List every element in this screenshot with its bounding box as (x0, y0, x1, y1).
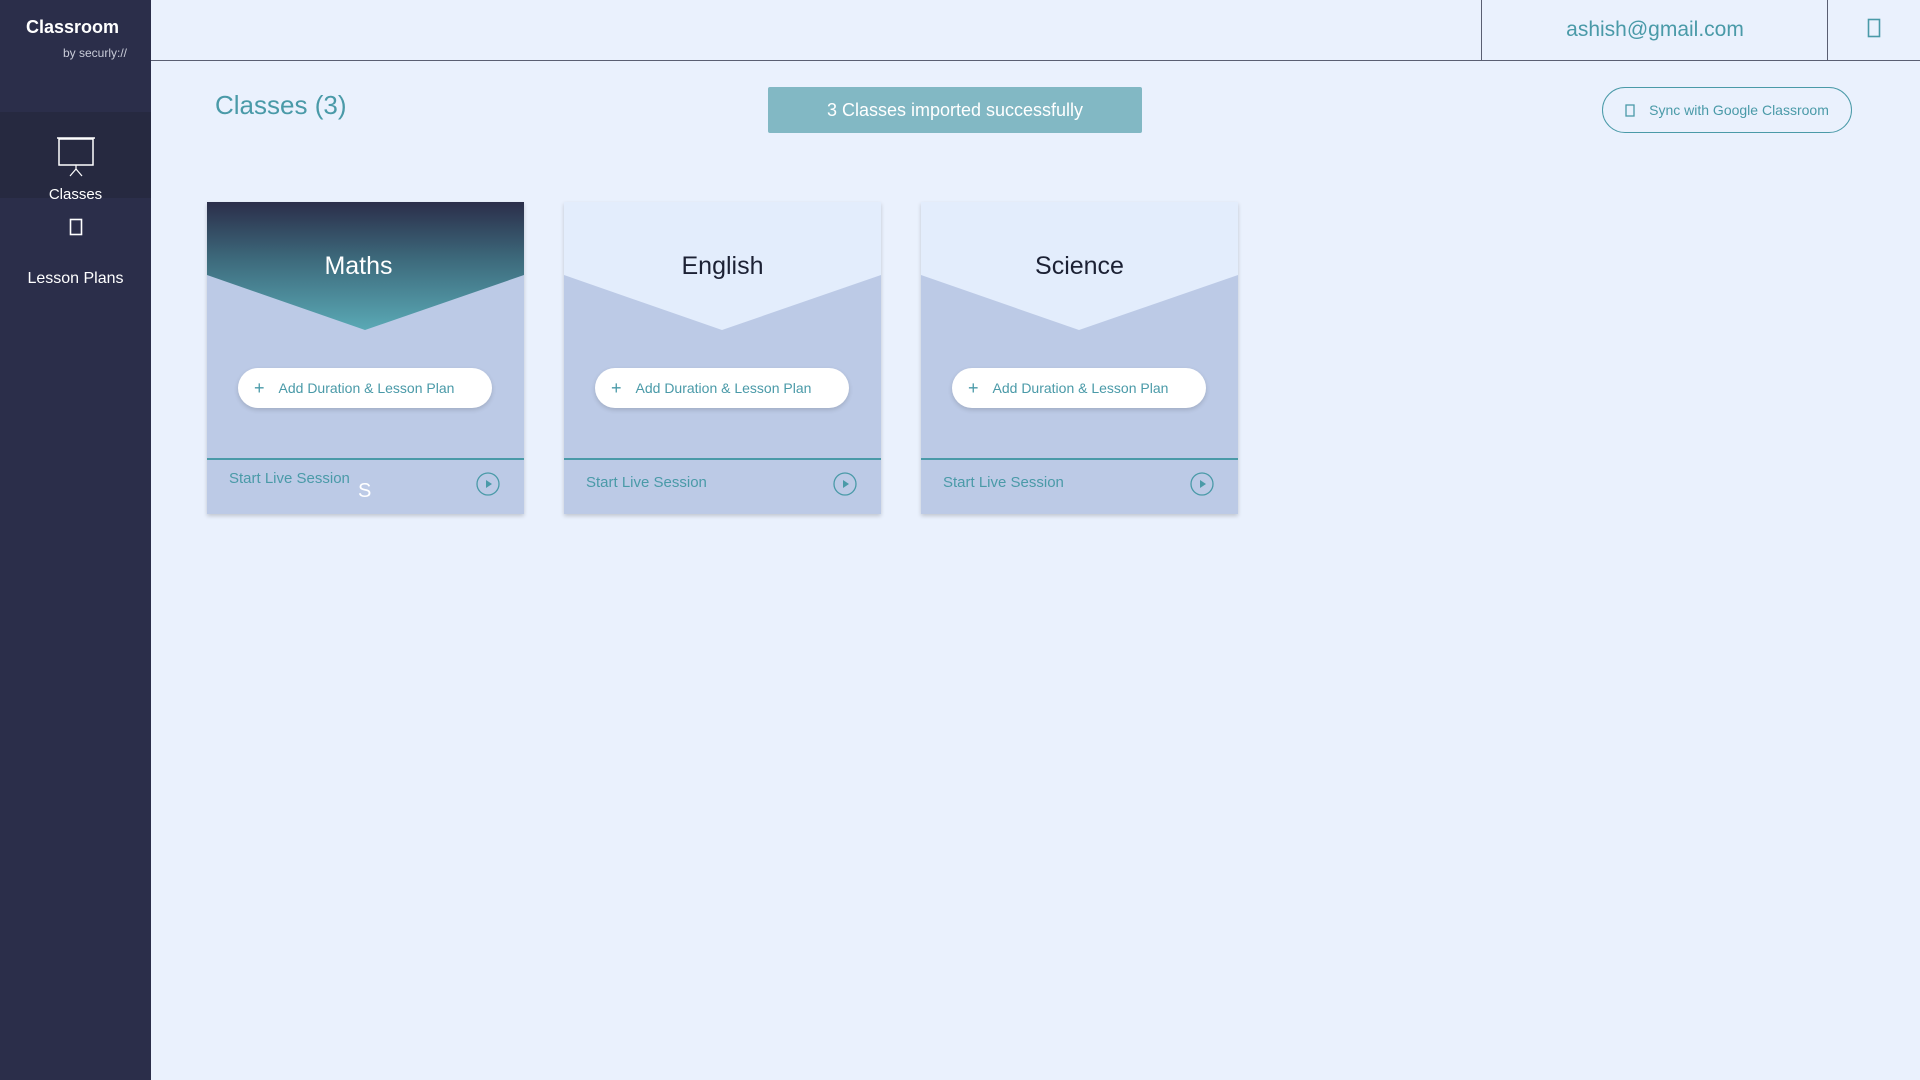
add-duration-lesson-plan-button[interactable]: + Add Duration & Lesson Plan (238, 368, 492, 408)
card-footer: Start Live Session (564, 458, 881, 514)
card-footer: Start Live Session S (207, 458, 524, 514)
sidebar-item-lesson-plans[interactable]: Lesson Plans (0, 200, 151, 287)
start-live-session-link[interactable]: Start Live Session (229, 470, 350, 487)
add-duration-lesson-plan-button[interactable]: + Add Duration & Lesson Plan (952, 368, 1206, 408)
plus-icon: + (254, 378, 265, 398)
play-icon[interactable] (476, 472, 500, 496)
add-duration-lesson-plan-button[interactable]: + Add Duration & Lesson Plan (595, 368, 849, 408)
user-email[interactable]: ashish@gmail.com (1481, 0, 1828, 60)
import-success-toast: 3 Classes imported successfully (768, 87, 1142, 133)
overlay-text: S (358, 480, 372, 502)
sync-label: Sync with Google Classroom (1649, 102, 1829, 118)
class-card-science[interactable]: Science + Add Duration & Lesson Plan Sta… (921, 202, 1238, 514)
sidebar: Classroom by securly:// Classes Lesson P… (0, 0, 151, 1080)
class-card-english[interactable]: English + Add Duration & Lesson Plan Sta… (564, 202, 881, 514)
sidebar-item-label: Lesson Plans (27, 270, 124, 287)
brand-title: Classroom (26, 17, 120, 37)
class-name: Science (1035, 252, 1124, 280)
add-button-label: Add Duration & Lesson Plan (278, 380, 455, 396)
presentation-board-icon (55, 136, 97, 183)
menu-icon (1867, 18, 1881, 43)
plus-icon: + (968, 378, 979, 398)
card-footer: Start Live Session (921, 458, 1238, 514)
plus-icon: + (611, 378, 622, 398)
app-root: Classroom by securly:// Classes Lesson P… (0, 0, 1920, 1080)
start-live-session-link[interactable]: Start Live Session (586, 474, 707, 491)
brand-logo[interactable]: Classroom by securly:// (0, 0, 151, 112)
sync-google-classroom-button[interactable]: Sync with Google Classroom (1602, 87, 1852, 133)
user-email-text: ashish@gmail.com (1566, 18, 1744, 41)
sync-icon (1625, 103, 1635, 117)
start-live-session-link[interactable]: Start Live Session (943, 474, 1064, 491)
class-name: Maths (324, 252, 393, 280)
brand-subtitle: by securly:// (62, 46, 127, 60)
class-card-maths[interactable]: Maths + Add Duration & Lesson Plan Start… (207, 202, 524, 514)
class-name: English (681, 252, 764, 280)
toast-text: 3 Classes imported successfully (826, 99, 1084, 120)
play-icon[interactable] (833, 472, 857, 496)
top-header: ashish@gmail.com (151, 0, 1920, 61)
add-button-label: Add Duration & Lesson Plan (992, 380, 1169, 396)
menu-button[interactable] (1827, 0, 1920, 60)
play-icon[interactable] (1190, 472, 1214, 496)
sidebar-item-classes[interactable]: Classes (0, 112, 151, 203)
page-title: Classes (3) (215, 90, 347, 120)
add-button-label: Add Duration & Lesson Plan (635, 380, 812, 396)
document-icon (69, 218, 83, 267)
